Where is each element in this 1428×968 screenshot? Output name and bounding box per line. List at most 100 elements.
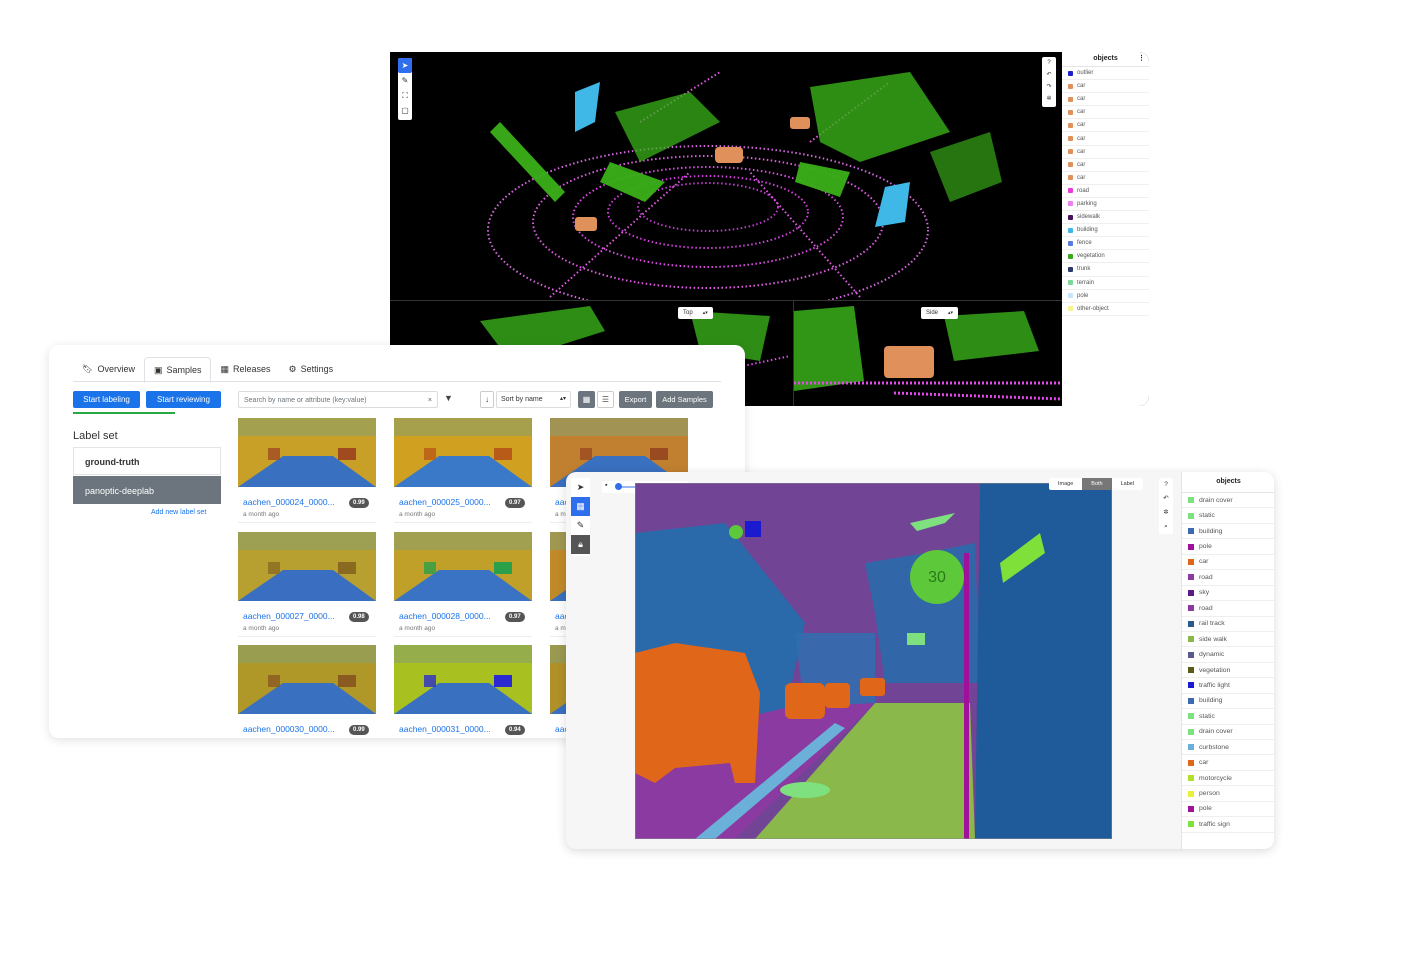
sample-name[interactable]: aachen_000024_0000... (243, 497, 343, 507)
sample-card[interactable]: aachen_000024_0000... 0.99 a month ago (238, 418, 376, 523)
undo-icon[interactable]: ↶ (1046, 69, 1051, 81)
object-item[interactable]: static (1182, 508, 1274, 524)
sample-name[interactable]: aachen_000031_0000... (399, 724, 499, 734)
sample-card[interactable]: aachen_000031_0000... 0.94 (394, 645, 532, 738)
object-item[interactable]: outlier (1062, 67, 1149, 81)
help-icon[interactable]: ? (1047, 57, 1050, 69)
object-item[interactable]: side walk (1182, 632, 1274, 648)
zoom-icon[interactable]: ⌕ (1164, 520, 1168, 534)
list-view-button[interactable]: ☰ (597, 391, 614, 408)
view-mode-image[interactable]: Image (1049, 478, 1082, 490)
view-mode-both[interactable]: Both (1082, 478, 1112, 490)
side-view-select[interactable]: Side ▴▾ (921, 307, 959, 319)
sample-name[interactable]: aachen_000025_0000... (399, 497, 499, 507)
tab-overview[interactable]: 🔖︎ Overview (73, 357, 144, 381)
object-item[interactable]: sidewalk (1062, 211, 1149, 225)
object-item[interactable]: road (1062, 185, 1149, 198)
tab-samples[interactable]: ▣ Samples (143, 357, 212, 383)
sample-name[interactable]: aachen_000027_0000... (243, 611, 343, 621)
brush-tool-icon[interactable]: ✎ (398, 73, 412, 88)
start-reviewing-button[interactable]: Start reviewing (146, 391, 221, 408)
sort-direction-button[interactable]: ↓ (480, 391, 494, 408)
clear-icon[interactable]: × (428, 392, 432, 409)
slider-handle[interactable] (615, 483, 622, 490)
object-item[interactable]: other-object (1062, 303, 1149, 316)
lock-icon[interactable]: 🔒︎ (571, 535, 590, 554)
object-item[interactable]: car (1182, 555, 1274, 571)
sample-name[interactable]: aachen_000030_0000... (243, 724, 343, 734)
sample-thumbnail[interactable] (238, 418, 376, 487)
object-item[interactable]: static (1182, 709, 1274, 725)
object-item[interactable]: building (1182, 524, 1274, 540)
filter-icon[interactable]: ▼ (444, 393, 453, 403)
point-cloud-3d-view[interactable] (390, 52, 1062, 300)
export-button[interactable]: Export (619, 391, 652, 408)
undo-icon[interactable]: ↶ (1163, 492, 1168, 506)
object-item[interactable]: sky (1182, 586, 1274, 602)
object-item[interactable]: car (1062, 80, 1149, 94)
help-icon[interactable]: ? (1164, 478, 1168, 492)
sample-thumbnail[interactable] (394, 645, 532, 714)
object-item[interactable]: vegetation (1062, 250, 1149, 264)
polygon-tool-icon[interactable]: ⛶ (398, 88, 412, 103)
object-item[interactable]: road (1182, 601, 1274, 617)
object-item[interactable]: drain cover (1182, 725, 1274, 740)
object-item[interactable]: parking (1062, 198, 1149, 212)
object-item[interactable]: person (1182, 786, 1274, 802)
top-view-select[interactable]: Top ▴▾ (678, 307, 713, 319)
label-set-ground-truth[interactable]: ground-truth (73, 447, 221, 475)
object-item[interactable]: pole (1182, 802, 1274, 818)
object-item[interactable]: car (1062, 119, 1149, 133)
object-item[interactable]: car (1182, 755, 1274, 771)
search-input[interactable]: Search by name or attribute (key:value) × (238, 391, 438, 408)
sample-card[interactable]: aachen_000027_0000... 0.98 a month ago (238, 532, 376, 637)
add-label-set-link[interactable]: Add new label set (151, 509, 206, 516)
object-item[interactable]: trunk (1062, 263, 1149, 277)
box-tool-icon[interactable]: ▢ (398, 103, 412, 118)
superpixel-tool-icon[interactable]: ▦ (571, 497, 590, 516)
sample-thumbnail[interactable] (238, 645, 376, 714)
redo-icon[interactable]: ↷ (1046, 81, 1051, 93)
object-item[interactable]: car (1062, 93, 1149, 107)
object-item[interactable]: rail track (1182, 617, 1274, 632)
grid-view-button[interactable]: ▦ (578, 391, 595, 408)
select-tool-icon[interactable]: ➤ (398, 58, 412, 73)
tab-settings[interactable]: ⚙ Settings (280, 357, 343, 381)
settings-icon[interactable]: ✲ (1046, 93, 1051, 105)
more-icon[interactable]: ⋮ (1138, 52, 1145, 66)
object-item[interactable]: car (1062, 132, 1149, 146)
object-item[interactable]: car (1062, 106, 1149, 120)
object-item[interactable]: car (1062, 172, 1149, 185)
object-item[interactable]: drain cover (1182, 493, 1274, 509)
object-item[interactable]: car (1062, 159, 1149, 172)
sample-card[interactable]: aachen_000030_0000... 0.99 (238, 645, 376, 738)
object-item[interactable]: terrain (1062, 277, 1149, 290)
object-item[interactable]: building (1062, 224, 1149, 238)
object-item[interactable]: fence (1062, 237, 1149, 251)
sample-card[interactable]: aachen_000028_0000... 0.97 a month ago (394, 532, 532, 637)
select-tool-icon[interactable]: ➤ (571, 478, 590, 497)
label-set-panoptic-deeplab[interactable]: panoptic-deeplab (73, 476, 221, 504)
brush-tool-icon[interactable]: ✎ (571, 516, 590, 535)
object-item[interactable]: traffic sign (1182, 817, 1274, 833)
object-item[interactable]: dynamic (1182, 647, 1274, 663)
segmentation-image[interactable]: 30 (635, 483, 1112, 839)
object-item[interactable]: motorcycle (1182, 771, 1274, 787)
sample-thumbnail[interactable] (394, 418, 532, 487)
sample-name[interactable]: aachen_000028_0000... (399, 611, 499, 621)
object-item[interactable]: road (1182, 570, 1274, 586)
view-mode-label[interactable]: Label (1112, 478, 1143, 490)
object-item[interactable]: curbstone (1182, 740, 1274, 756)
object-item[interactable]: building (1182, 694, 1274, 710)
tab-releases[interactable]: ▦ Releases (211, 357, 279, 381)
sample-thumbnail[interactable] (394, 532, 532, 601)
object-item[interactable]: vegetation (1182, 663, 1274, 679)
sample-thumbnail[interactable] (238, 532, 376, 601)
object-item[interactable]: pole (1062, 290, 1149, 303)
sort-select[interactable]: Sort by name ▴▾ (496, 391, 571, 408)
settings-icon[interactable]: ✲ (1163, 506, 1168, 520)
add-samples-button[interactable]: Add Samples (656, 391, 713, 408)
object-item[interactable]: pole (1182, 539, 1274, 555)
object-item[interactable]: traffic light (1182, 678, 1274, 694)
start-labeling-button[interactable]: Start labeling (73, 391, 140, 408)
